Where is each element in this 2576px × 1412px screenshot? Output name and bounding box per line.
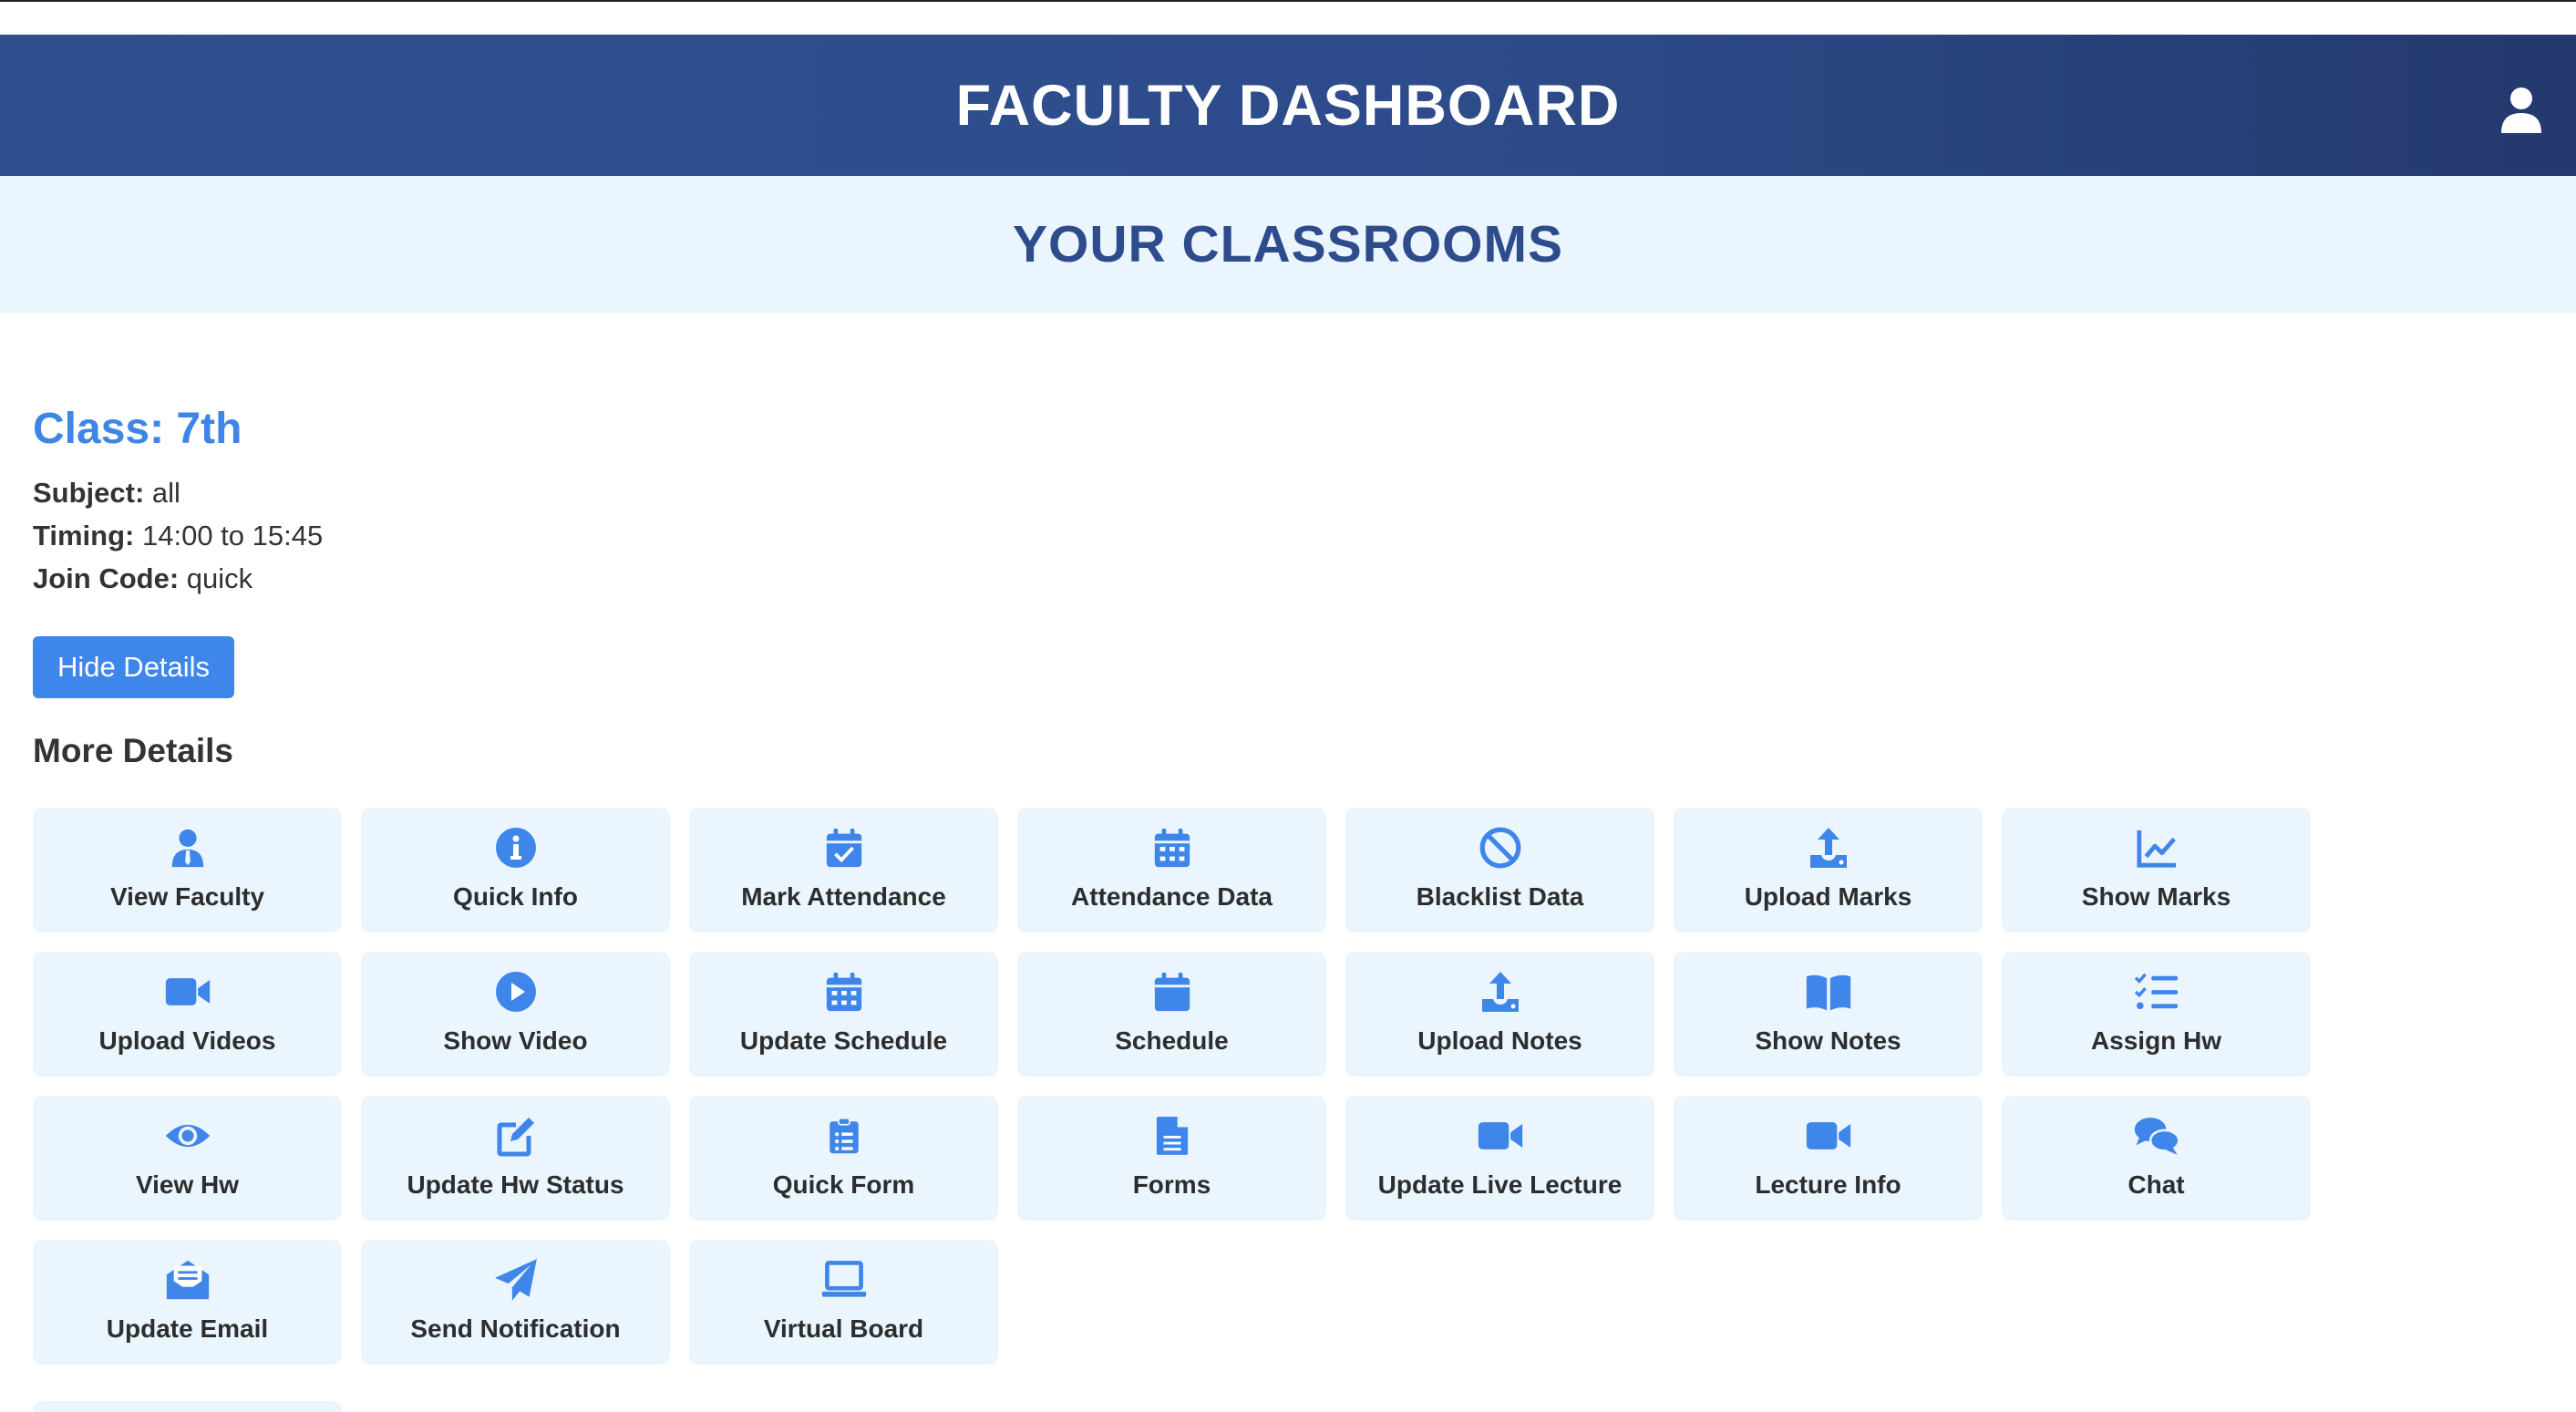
update-email-tile[interactable]: Update Email <box>33 1240 342 1365</box>
paper-plane-icon <box>492 1256 540 1304</box>
tile-label: Mark Attendance <box>741 882 946 911</box>
ban-icon <box>1477 824 1524 871</box>
action-tiles-grid: View Faculty Quick Info Mark Attendance Att… <box>33 808 2348 1365</box>
file-lines-icon <box>1149 1112 1196 1159</box>
timing-line: Timing: 14:00 to 15:45 <box>33 520 323 552</box>
quick-form-tile[interactable]: Quick Form <box>689 1096 998 1221</box>
schedule-tile[interactable]: Schedule <box>1017 952 1326 1077</box>
calendar-check-icon <box>820 824 868 871</box>
mark-attendance-tile[interactable]: Mark Attendance <box>689 808 998 933</box>
calendar-grid-icon <box>820 968 868 1015</box>
join-code-label: Join Code: <box>33 562 180 594</box>
clipboard-list-icon <box>820 1112 868 1159</box>
lecture-info-tile[interactable]: Lecture Info <box>1674 1096 1983 1221</box>
assign-hw-tile[interactable]: Assign Hw <box>2002 952 2311 1077</box>
list-check-icon <box>2133 968 2180 1015</box>
tile-label: Upload Videos <box>98 1026 276 1055</box>
tile-label: Assign Hw <box>2090 1026 2222 1055</box>
edit-icon <box>492 1112 540 1159</box>
book-icon <box>1805 968 1852 1015</box>
tile-label: Show Video <box>443 1026 588 1055</box>
quick-info-tile[interactable]: Quick Info <box>361 808 670 933</box>
subject-line: Subject: all <box>33 477 180 510</box>
faculty-icon <box>164 824 211 871</box>
tile-label: Schedule <box>1115 1026 1229 1055</box>
upload-icon <box>1805 824 1852 871</box>
tile-label: Show Marks <box>2081 882 2231 911</box>
tile-label: View Faculty <box>109 882 265 911</box>
video-icon <box>1477 1112 1524 1159</box>
page-title: FACULTY DASHBOARD <box>955 73 1621 138</box>
laptop-icon <box>820 1256 868 1304</box>
calendar-icon <box>1149 968 1196 1015</box>
show-notes-tile[interactable]: Show Notes <box>1674 952 1983 1077</box>
tile-label: Show Notes <box>1755 1026 1901 1055</box>
eye-icon <box>164 1112 211 1159</box>
tile-label: Lecture Info <box>1755 1170 1901 1199</box>
tile-label: Send Notification <box>410 1314 621 1343</box>
class-title: Class: 7th <box>33 405 242 453</box>
tile-label: Update Schedule <box>739 1026 948 1055</box>
upload-videos-tile[interactable]: Upload Videos <box>33 952 342 1077</box>
window-top-border <box>0 0 2576 2</box>
comments-icon <box>2133 1112 2180 1159</box>
upload-marks-tile[interactable]: Upload Marks <box>1674 808 1983 933</box>
blacklist-data-tile[interactable]: Blacklist Data <box>1345 808 1654 933</box>
show-video-tile[interactable]: Show Video <box>361 952 670 1077</box>
more-details-heading: More Details <box>33 732 234 769</box>
chat-tile[interactable]: Chat <box>2002 1096 2311 1221</box>
section-title: YOUR CLASSROOMS <box>1012 215 1564 273</box>
envelope-open-icon <box>164 1256 211 1304</box>
tile-label: Blacklist Data <box>1416 882 1584 911</box>
update-schedule-tile[interactable]: Update Schedule <box>689 952 998 1077</box>
upload-icon <box>1477 968 1524 1015</box>
subject-value: all <box>144 477 180 509</box>
play-circle-icon <box>492 968 540 1015</box>
tile-label: Chat <box>2128 1170 2185 1199</box>
update-live-lecture-tile[interactable]: Update Live Lecture <box>1345 1096 1654 1221</box>
next-card-peek <box>33 1401 342 1412</box>
tile-label: Attendance Data <box>1071 882 1273 911</box>
tile-label: Quick Info <box>453 882 578 911</box>
user-icon[interactable] <box>2499 86 2543 135</box>
tile-label: Quick Form <box>772 1170 915 1199</box>
join-code-value: quick <box>179 562 253 594</box>
subject-label: Subject: <box>33 477 145 509</box>
calendar-grid-icon <box>1149 824 1196 871</box>
tile-label: Forms <box>1132 1170 1211 1199</box>
info-icon <box>492 824 540 871</box>
virtual-board-tile[interactable]: Virtual Board <box>689 1240 998 1365</box>
view-faculty-tile[interactable]: View Faculty <box>33 808 342 933</box>
tile-label: Upload Marks <box>1744 882 1912 911</box>
timing-label: Timing: <box>33 520 135 551</box>
forms-tile[interactable]: Forms <box>1017 1096 1326 1221</box>
hide-details-button[interactable]: Hide Details <box>33 636 234 698</box>
update-hw-status-tile[interactable]: Update Hw Status <box>361 1096 670 1221</box>
view-hw-tile[interactable]: View Hw <box>33 1096 342 1221</box>
show-marks-tile[interactable]: Show Marks <box>2002 808 2311 933</box>
send-notification-tile[interactable]: Send Notification <box>361 1240 670 1365</box>
tile-label: Update Live Lecture <box>1377 1170 1623 1199</box>
app-header: FACULTY DASHBOARD <box>0 35 2576 176</box>
tile-label: Update Email <box>106 1314 269 1343</box>
classrooms-banner: YOUR CLASSROOMS <box>0 176 2576 313</box>
upload-notes-tile[interactable]: Upload Notes <box>1345 952 1654 1077</box>
join-code-line: Join Code: quick <box>33 562 252 595</box>
video-icon <box>164 968 211 1015</box>
timing-value: 14:00 to 15:45 <box>134 520 324 551</box>
tile-label: Virtual Board <box>763 1314 924 1343</box>
attendance-data-tile[interactable]: Attendance Data <box>1017 808 1326 933</box>
tile-label: Update Hw Status <box>407 1170 624 1199</box>
tile-label: View Hw <box>135 1170 240 1199</box>
chart-line-icon <box>2133 824 2180 871</box>
tile-label: Upload Notes <box>1417 1026 1582 1055</box>
video-icon <box>1805 1112 1852 1159</box>
classroom-card: Class: 7th Subject: all Timing: 14:00 to… <box>0 313 2576 1412</box>
